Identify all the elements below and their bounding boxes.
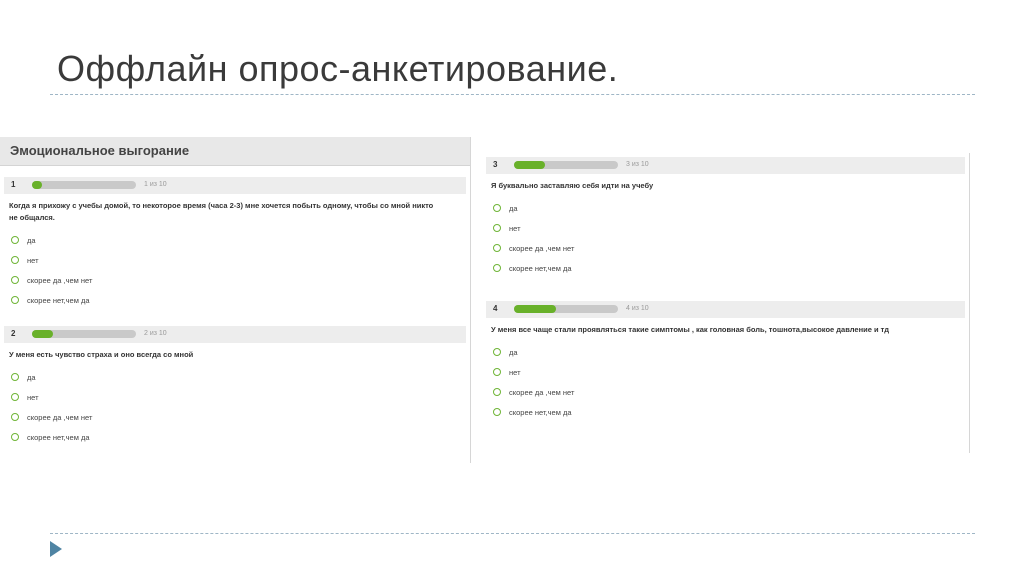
radio-icon[interactable] [11, 433, 19, 441]
question-count: 4 из 10 [626, 305, 649, 312]
option-label: да [509, 347, 518, 357]
radio-icon[interactable] [11, 296, 19, 304]
question-number: 4 [493, 304, 498, 313]
option-label: нет [27, 392, 39, 402]
question-count: 1 из 10 [144, 181, 167, 188]
question-block: 1 1 из 10 Когда я прихожу с учебы домой,… [4, 177, 466, 310]
answer-option-no[interactable]: нет [486, 362, 965, 382]
question-count: 3 из 10 [626, 161, 649, 168]
radio-icon[interactable] [11, 413, 19, 421]
question-text: Я буквально заставляю себя идти на учебу [491, 181, 654, 190]
answer-option-no[interactable]: нет [4, 250, 466, 270]
radio-icon[interactable] [493, 264, 501, 272]
radio-icon[interactable] [11, 393, 19, 401]
radio-icon[interactable] [493, 244, 501, 252]
next-slide-arrow-icon[interactable] [50, 541, 62, 557]
option-label: да [509, 203, 518, 213]
radio-icon[interactable] [493, 204, 501, 212]
question-count: 2 из 10 [144, 330, 167, 337]
answer-option-rather-no[interactable]: скорее нет,чем да [486, 402, 965, 422]
survey-panel-right: 3 3 из 10 Я буквально заставляю себя идт… [482, 153, 970, 453]
question-block: 4 4 из 10 У меня все чаще стали проявлят… [486, 301, 965, 422]
radio-icon[interactable] [11, 236, 19, 244]
answer-option-rather-yes[interactable]: скорее да ,чем нет [4, 270, 466, 290]
footer-divider [50, 533, 975, 534]
option-label: скорее да ,чем нет [27, 275, 93, 285]
question-number: 1 [11, 180, 16, 189]
title-divider [50, 94, 975, 95]
progress-bar [514, 161, 618, 169]
answer-option-rather-yes[interactable]: скорее да ,чем нет [4, 407, 466, 427]
question-number: 2 [11, 329, 16, 338]
radio-icon[interactable] [11, 373, 19, 381]
radio-icon[interactable] [493, 388, 501, 396]
answer-option-yes[interactable]: да [486, 198, 965, 218]
radio-icon[interactable] [11, 256, 19, 264]
radio-icon[interactable] [493, 224, 501, 232]
radio-icon[interactable] [493, 348, 501, 356]
option-label: да [27, 372, 36, 382]
option-label: нет [27, 255, 39, 265]
radio-icon[interactable] [493, 368, 501, 376]
question-text: Когда я прихожу с учебы домой, то некото… [9, 201, 434, 222]
answer-option-no[interactable]: нет [4, 387, 466, 407]
question-block: 3 3 из 10 Я буквально заставляю себя идт… [486, 157, 965, 278]
progress-fill [514, 305, 556, 313]
question-text: У меня все чаще стали проявляться такие … [491, 325, 890, 334]
answer-option-yes[interactable]: да [486, 342, 965, 362]
progress-bar [32, 330, 136, 338]
question-bar: 1 1 из 10 [4, 177, 466, 194]
question-text: У меня есть чувство страха и оно всегда … [9, 350, 194, 359]
question-bar: 4 4 из 10 [486, 301, 965, 318]
survey-panel-left: Эмоциональное выгорание 1 1 из 10 Когда … [0, 137, 471, 463]
answer-option-rather-no[interactable]: скорее нет,чем да [4, 427, 466, 447]
question-number: 3 [493, 160, 498, 169]
option-label: скорее да ,чем нет [509, 243, 575, 253]
radio-icon[interactable] [11, 276, 19, 284]
option-label: скорее да ,чем нет [509, 387, 575, 397]
answer-option-no[interactable]: нет [486, 218, 965, 238]
answer-option-rather-yes[interactable]: скорее да ,чем нет [486, 238, 965, 258]
option-label: скорее нет,чем да [509, 263, 572, 273]
answer-option-yes[interactable]: да [4, 230, 466, 250]
progress-fill [514, 161, 546, 169]
question-block: 2 2 из 10 У меня есть чувство страха и о… [4, 326, 466, 447]
question-bar: 2 2 из 10 [4, 326, 466, 343]
progress-bar [514, 305, 618, 313]
progress-fill [32, 330, 53, 338]
option-label: скорее нет,чем да [509, 407, 572, 417]
progress-fill [32, 181, 43, 189]
answer-option-rather-no[interactable]: скорее нет,чем да [486, 258, 965, 278]
radio-icon[interactable] [493, 408, 501, 416]
option-label: скорее нет,чем да [27, 295, 90, 305]
option-label: да [27, 235, 36, 245]
slide-title: Оффлайн опрос-анкетирование. [57, 48, 619, 89]
option-label: скорее да ,чем нет [27, 412, 93, 422]
option-label: нет [509, 223, 521, 233]
answer-option-rather-no[interactable]: скорее нет,чем да [4, 290, 466, 310]
survey-header: Эмоциональное выгорание [0, 137, 470, 166]
answer-option-yes[interactable]: да [4, 367, 466, 387]
question-bar: 3 3 из 10 [486, 157, 965, 174]
progress-bar [32, 181, 136, 189]
answer-option-rather-yes[interactable]: скорее да ,чем нет [486, 382, 965, 402]
option-label: нет [509, 367, 521, 377]
option-label: скорее нет,чем да [27, 432, 90, 442]
